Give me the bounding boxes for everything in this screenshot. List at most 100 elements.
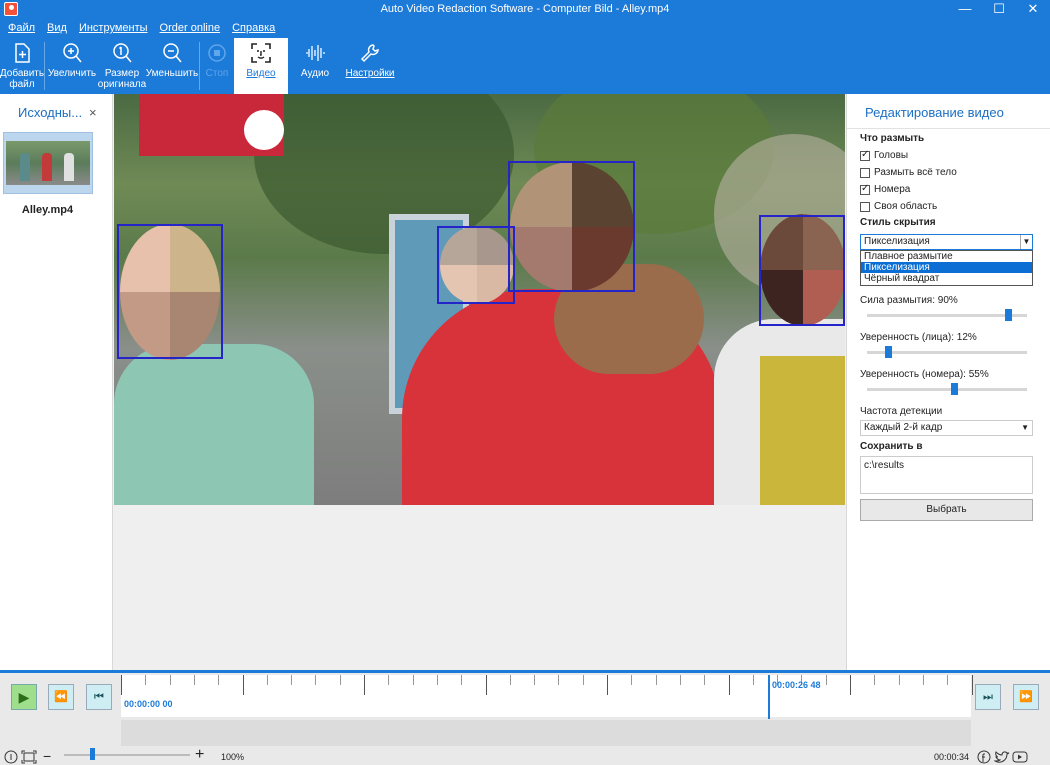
video-canvas-empty xyxy=(114,505,845,670)
maximize-button[interactable]: ☐ xyxy=(982,0,1016,18)
previous-frame-button[interactable]: ⏮ xyxy=(86,684,112,710)
checkbox-box[interactable] xyxy=(860,201,870,212)
menu-tools[interactable]: Инструменты xyxy=(79,22,148,34)
background-sign xyxy=(139,94,284,156)
timeline-tick xyxy=(121,675,122,695)
checkbox-box[interactable] xyxy=(860,167,870,178)
timeline-tick xyxy=(388,675,390,685)
detection-frequency-select[interactable]: Каждый 2-й кадр ▼ xyxy=(860,420,1033,436)
zoom-out-button[interactable]: Уменьшить xyxy=(145,38,199,94)
hide-style-select[interactable]: Пикселизация ▼ xyxy=(860,234,1033,250)
video-thumbnail[interactable] xyxy=(3,132,93,194)
timeline-lower-track[interactable] xyxy=(121,720,971,746)
checkbox-whole-body[interactable]: Размыть всё тело xyxy=(860,167,957,178)
face-bounding-box[interactable] xyxy=(759,215,845,326)
close-panel-button[interactable]: × xyxy=(89,105,97,120)
twitter-icon[interactable] xyxy=(994,750,1010,764)
what-to-blur-label: Что размыть xyxy=(860,133,925,144)
timeline-tick xyxy=(364,675,365,695)
chevron-down-icon[interactable]: ▼ xyxy=(1020,235,1032,249)
stop-button[interactable]: Стоп xyxy=(200,38,234,94)
play-button[interactable]: ▶ xyxy=(11,684,37,710)
timeline-tick xyxy=(728,675,730,695)
window-title-separator: - xyxy=(612,3,622,15)
next-frame-button[interactable]: ⏭ xyxy=(975,684,1001,710)
checkbox-box[interactable] xyxy=(860,149,870,161)
save-to-label: Сохранить в xyxy=(860,441,923,452)
save-path-field[interactable]: c:\results xyxy=(860,456,1033,494)
zoom-out-icon[interactable]: − xyxy=(43,748,51,764)
slider-thumb[interactable] xyxy=(885,346,893,358)
zoom-in-label: Увеличить xyxy=(47,68,97,79)
timeline-tick xyxy=(704,675,706,685)
ribbon: Добавить файл Увеличить Размер оригинала… xyxy=(0,38,1050,94)
fast-forward-button[interactable]: ⏩ xyxy=(1013,684,1039,710)
dropdown-option-smooth-blur[interactable]: Плавное размытие xyxy=(861,251,1032,262)
tab-settings-label: Настройки xyxy=(345,68,395,79)
menu-file[interactable]: Файл xyxy=(8,22,35,34)
checkbox-custom-area[interactable]: Своя область xyxy=(860,201,937,212)
rewind-button[interactable]: ⏪ xyxy=(48,684,74,710)
source-files-title: Исходны... xyxy=(18,105,83,120)
zoom-slider[interactable] xyxy=(64,754,190,756)
timeline-tick xyxy=(752,675,754,685)
dropdown-option-black-square[interactable]: Чёрный квадрат xyxy=(861,273,1032,284)
zoom-slider-thumb[interactable] xyxy=(90,748,95,760)
original-size-label-1: Размер xyxy=(104,68,140,79)
choose-folder-button[interactable]: Выбрать xyxy=(860,499,1033,521)
timeline-current-time: 00:00:26 48 xyxy=(772,680,821,690)
stop-label: Стоп xyxy=(205,68,229,79)
tab-audio[interactable]: Аудио xyxy=(288,38,342,94)
timeline-tick xyxy=(169,675,171,685)
timeline-track[interactable] xyxy=(121,675,973,717)
zoom-level: 100% xyxy=(221,752,245,762)
tab-video[interactable]: Видео xyxy=(234,38,288,94)
dropdown-option-pixelation[interactable]: Пикселизация xyxy=(861,262,1032,273)
timeline-tick xyxy=(218,675,220,685)
timeline-tick xyxy=(193,675,195,685)
face-bounding-box[interactable] xyxy=(437,226,515,304)
window-buttons: — ☐ ✕ xyxy=(948,0,1050,18)
face-bounding-box[interactable] xyxy=(508,161,635,292)
playhead[interactable] xyxy=(768,675,770,719)
menu-help[interactable]: Справка xyxy=(232,22,275,34)
close-window-button[interactable]: ✕ xyxy=(1016,0,1050,18)
chevron-down-icon[interactable]: ▼ xyxy=(1021,421,1029,435)
youtube-icon[interactable] xyxy=(1012,750,1028,764)
zoom-in-icon[interactable]: + xyxy=(195,746,204,764)
blur-strength-slider[interactable] xyxy=(867,309,1027,321)
checkbox-box[interactable] xyxy=(860,183,870,195)
menu-order-online[interactable]: Order online xyxy=(160,22,221,34)
timeline-tick xyxy=(582,675,584,685)
timeline-tick xyxy=(291,675,293,685)
zoom-reset-icon[interactable] xyxy=(4,750,18,764)
facebook-icon[interactable] xyxy=(977,750,991,764)
tab-video-label: Видео xyxy=(246,68,276,79)
add-file-button[interactable]: Добавить файл xyxy=(0,38,44,94)
video-preview[interactable] xyxy=(114,94,845,505)
menu-view[interactable]: Вид xyxy=(47,22,67,34)
tab-settings[interactable]: Настройки xyxy=(342,38,398,94)
slider-thumb[interactable] xyxy=(951,383,959,395)
original-size-button[interactable]: Размер оригинала xyxy=(98,38,146,94)
face-confidence-slider[interactable] xyxy=(867,346,1027,358)
plate-confidence-slider[interactable] xyxy=(867,383,1027,395)
timeline-tick xyxy=(436,675,438,685)
timeline-start-time: 00:00:00 00 xyxy=(124,699,173,709)
checkbox-plates[interactable]: Номера xyxy=(860,183,910,195)
zoom-in-button[interactable]: Увеличить xyxy=(45,38,99,94)
fit-screen-icon[interactable] xyxy=(21,750,37,764)
hide-style-dropdown: Плавное размытие Пикселизация Чёрный ква… xyxy=(860,250,1033,286)
minimize-button[interactable]: — xyxy=(948,0,982,18)
face-bounding-box[interactable] xyxy=(117,224,223,359)
person-left xyxy=(114,344,314,505)
slider-thumb[interactable] xyxy=(1004,309,1012,321)
thumbnail-filename: Alley.mp4 xyxy=(21,204,74,216)
zoom-out-label: Уменьшить xyxy=(145,68,199,79)
timeline-tick xyxy=(607,675,608,695)
timeline-tick xyxy=(242,675,244,695)
blur-strength-label: Сила размытия: 90% xyxy=(860,295,958,306)
zoom-out-icon xyxy=(163,43,182,63)
window-title-file: Alley.mp4 xyxy=(621,3,670,15)
checkbox-heads[interactable]: Головы xyxy=(860,149,908,161)
